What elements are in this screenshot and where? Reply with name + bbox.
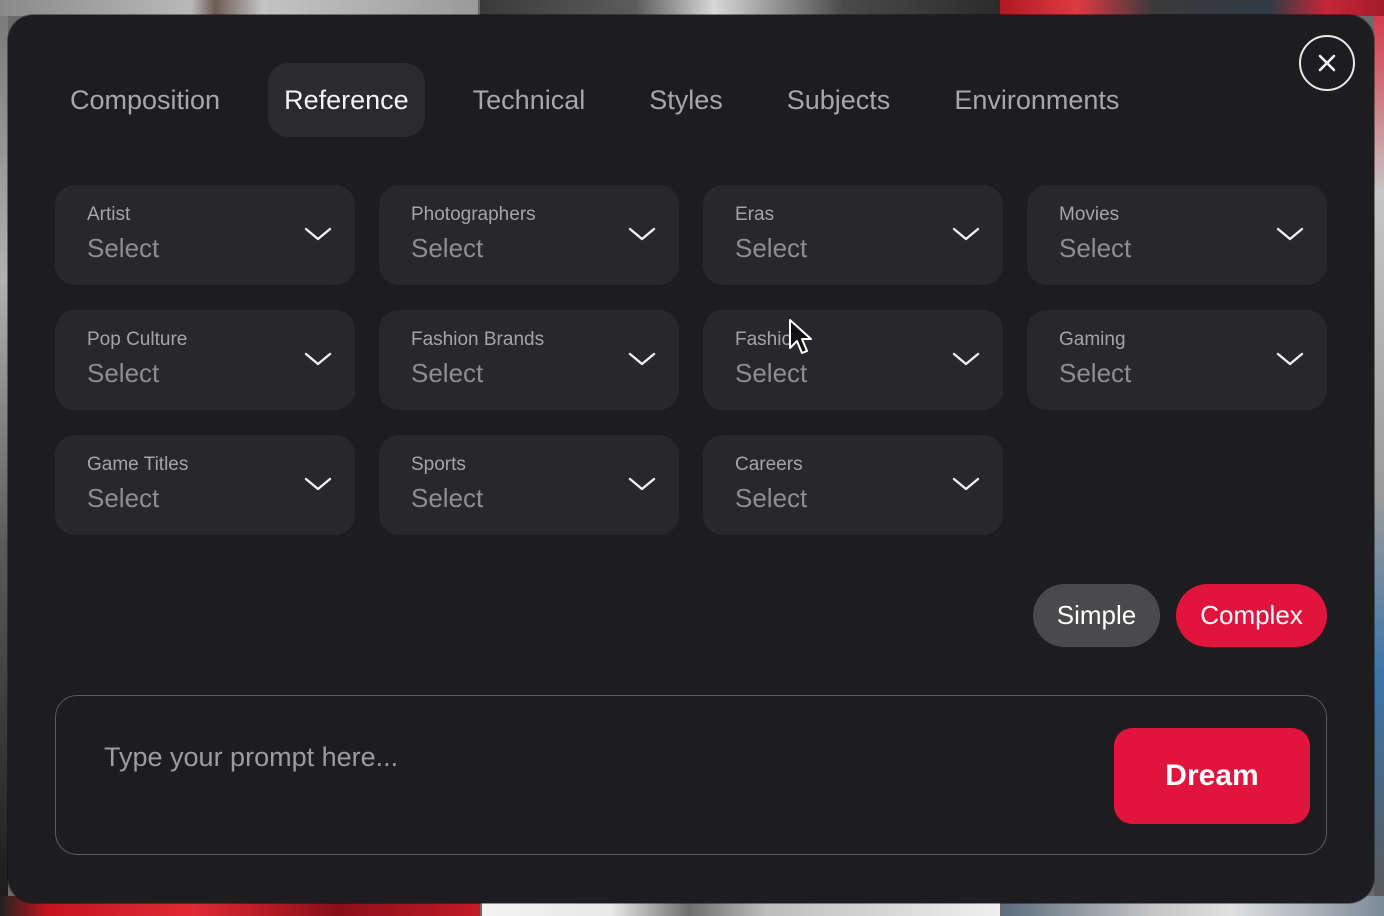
sports-select[interactable]: Sports Select bbox=[379, 435, 679, 535]
dropdown-value: Select bbox=[1059, 233, 1132, 263]
eras-select[interactable]: Eras Select bbox=[703, 185, 1003, 285]
simple-mode-button[interactable]: Simple bbox=[1033, 584, 1160, 647]
pop-culture-select[interactable]: Pop Culture Select bbox=[55, 310, 355, 410]
background-image-tile bbox=[0, 16, 8, 896]
tab-environments[interactable]: Environments bbox=[938, 63, 1135, 137]
game-titles-select[interactable]: Game Titles Select bbox=[55, 435, 355, 535]
complex-mode-button[interactable]: Complex bbox=[1176, 584, 1327, 647]
dropdown-label: Game Titles bbox=[87, 454, 189, 475]
dropdown-label: Fashion Brands bbox=[411, 329, 545, 350]
chevron-down-icon bbox=[628, 352, 656, 366]
dropdown-value: Select bbox=[411, 358, 484, 388]
dropdown-label: Gaming bbox=[1059, 329, 1126, 350]
dropdown-value: Select bbox=[735, 233, 808, 263]
dropdown-value: Select bbox=[87, 358, 160, 388]
background-image-tile bbox=[0, 0, 478, 16]
chevron-down-icon bbox=[304, 227, 332, 241]
tab-styles[interactable]: Styles bbox=[633, 63, 739, 137]
chevron-down-icon bbox=[628, 227, 656, 241]
background-image-tile bbox=[1000, 0, 1384, 16]
reference-dropdown-grid: Artist Select Photographers Select Eras … bbox=[55, 185, 1327, 535]
artist-select[interactable]: Artist Select bbox=[55, 185, 355, 285]
dropdown-label: Artist bbox=[87, 204, 131, 225]
dropdown-label: Eras bbox=[735, 204, 775, 225]
prompt-box: Dream bbox=[55, 695, 1327, 855]
dropdown-value: Select bbox=[1059, 358, 1132, 388]
fashion-select[interactable]: Fashion Select bbox=[703, 310, 1003, 410]
prompt-input[interactable] bbox=[102, 736, 1066, 778]
dropdown-value: Select bbox=[411, 483, 484, 513]
background-image-tile bbox=[480, 0, 1000, 16]
fashion-brands-select[interactable]: Fashion Brands Select bbox=[379, 310, 679, 410]
dropdown-value: Select bbox=[87, 233, 160, 263]
dropdown-label: Photographers bbox=[411, 204, 536, 225]
tab-technical[interactable]: Technical bbox=[457, 63, 602, 137]
close-icon bbox=[1318, 54, 1336, 72]
careers-select[interactable]: Careers Select bbox=[703, 435, 1003, 535]
chevron-down-icon bbox=[952, 477, 980, 491]
chevron-down-icon bbox=[304, 477, 332, 491]
prompt-builder-modal: Composition Reference Technical Styles S… bbox=[8, 15, 1374, 903]
dropdown-label: Movies bbox=[1059, 204, 1120, 225]
tab-reference[interactable]: Reference bbox=[268, 63, 425, 137]
chevron-down-icon bbox=[1276, 352, 1304, 366]
chevron-down-icon bbox=[304, 352, 332, 366]
dream-button[interactable]: Dream bbox=[1114, 728, 1310, 824]
dropdown-label: Fashion bbox=[735, 329, 803, 350]
chevron-down-icon bbox=[1276, 227, 1304, 241]
dropdown-label: Careers bbox=[735, 454, 803, 475]
tab-subjects[interactable]: Subjects bbox=[771, 63, 907, 137]
dropdown-value: Select bbox=[87, 483, 160, 513]
prompt-mode-toggle: Simple Complex bbox=[1033, 584, 1327, 647]
gaming-select[interactable]: Gaming Select bbox=[1027, 310, 1327, 410]
close-button[interactable] bbox=[1299, 35, 1355, 91]
tab-composition[interactable]: Composition bbox=[54, 63, 236, 137]
category-tabs: Composition Reference Technical Styles S… bbox=[54, 63, 1167, 137]
photographers-select[interactable]: Photographers Select bbox=[379, 185, 679, 285]
chevron-down-icon bbox=[952, 227, 980, 241]
dropdown-value: Select bbox=[411, 233, 484, 263]
chevron-down-icon bbox=[628, 477, 656, 491]
dropdown-label: Sports bbox=[411, 454, 466, 475]
background-image-tile bbox=[1374, 16, 1384, 896]
movies-select[interactable]: Movies Select bbox=[1027, 185, 1327, 285]
dropdown-value: Select bbox=[735, 483, 808, 513]
dropdown-value: Select bbox=[735, 358, 808, 388]
chevron-down-icon bbox=[952, 352, 980, 366]
dropdown-label: Pop Culture bbox=[87, 329, 188, 350]
